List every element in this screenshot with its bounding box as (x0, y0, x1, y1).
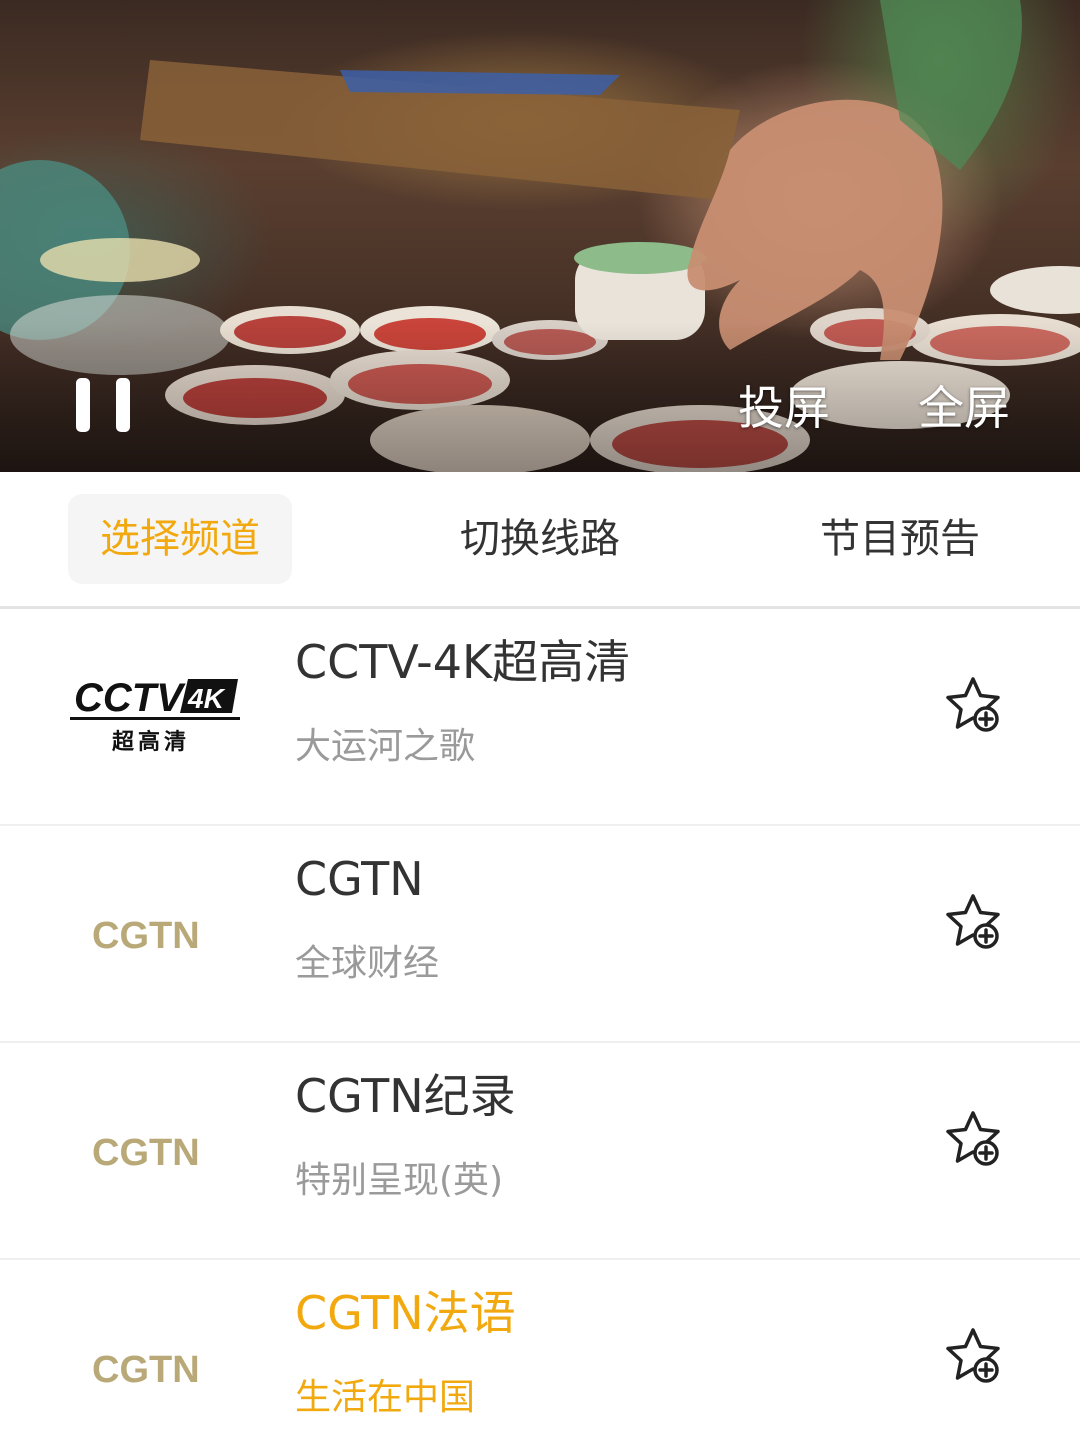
pause-button[interactable] (76, 378, 130, 436)
channel-name: CGTN法语 (295, 1286, 516, 1340)
favorite-add-button[interactable] (938, 888, 1008, 958)
cctv-4k-logo: CCTV 4K 超高清 (60, 657, 250, 767)
channel-program: 全球财经 (295, 943, 440, 984)
svg-text:CCTV: CCTV (74, 676, 186, 720)
channel-program: 特别呈现(英) (295, 1160, 504, 1201)
tab-program-guide[interactable]: 节目预告 (790, 494, 1010, 584)
channel-row-cgtn[interactable]: CGTN CGTN 全球财经 (0, 826, 1080, 1043)
channel-list: CCTV 4K 超高清 CCTV-4K超高清 大运河之歌 CGTN CGTN 全… (0, 609, 1080, 1440)
channel-program: 大运河之歌 (295, 726, 476, 767)
pause-icon (76, 378, 90, 432)
fullscreen-button[interactable]: 全屏 (918, 380, 1010, 436)
cast-button[interactable]: 投屏 (738, 380, 830, 436)
pause-icon-bar (116, 378, 130, 432)
channel-name: CGTN纪录 (295, 1069, 516, 1123)
favorite-add-button[interactable] (938, 1322, 1008, 1392)
svg-text:4K: 4K (187, 683, 226, 714)
svg-text:CGTN: CGTN (92, 1132, 200, 1174)
favorite-add-button[interactable] (938, 1105, 1008, 1175)
favorite-add-button[interactable] (938, 671, 1008, 741)
tab-switch-line[interactable]: 切换线路 (430, 494, 650, 584)
cgtn-logo: CGTN (60, 1308, 250, 1418)
channel-name: CCTV-4K超高清 (295, 635, 631, 689)
cgtn-logo: CGTN (60, 874, 250, 984)
svg-text:超高清: 超高清 (112, 729, 190, 755)
svg-text:CGTN: CGTN (92, 1349, 200, 1391)
video-player[interactable]: 投屏 全屏 (0, 0, 1080, 472)
star-add-icon (946, 894, 1000, 949)
channel-row-cgtn-french[interactable]: CGTN CGTN法语 生活在中国 (0, 1260, 1080, 1440)
svg-text:CGTN: CGTN (92, 915, 200, 957)
tab-select-channel[interactable]: 选择频道 (68, 494, 292, 584)
channel-row-cctv-4k[interactable]: CCTV 4K 超高清 CCTV-4K超高清 大运河之歌 (0, 609, 1080, 826)
channel-row-cgtn-documentary[interactable]: CGTN CGTN纪录 特别呈现(英) (0, 1043, 1080, 1260)
tab-bar: 选择频道 切换线路 节目预告 (0, 472, 1080, 609)
channel-name: CGTN (295, 852, 424, 906)
channel-program: 生活在中国 (295, 1377, 476, 1418)
star-add-icon (946, 677, 1000, 732)
star-add-icon (946, 1111, 1000, 1166)
star-add-icon (946, 1328, 1000, 1383)
cgtn-logo: CGTN (60, 1091, 250, 1201)
